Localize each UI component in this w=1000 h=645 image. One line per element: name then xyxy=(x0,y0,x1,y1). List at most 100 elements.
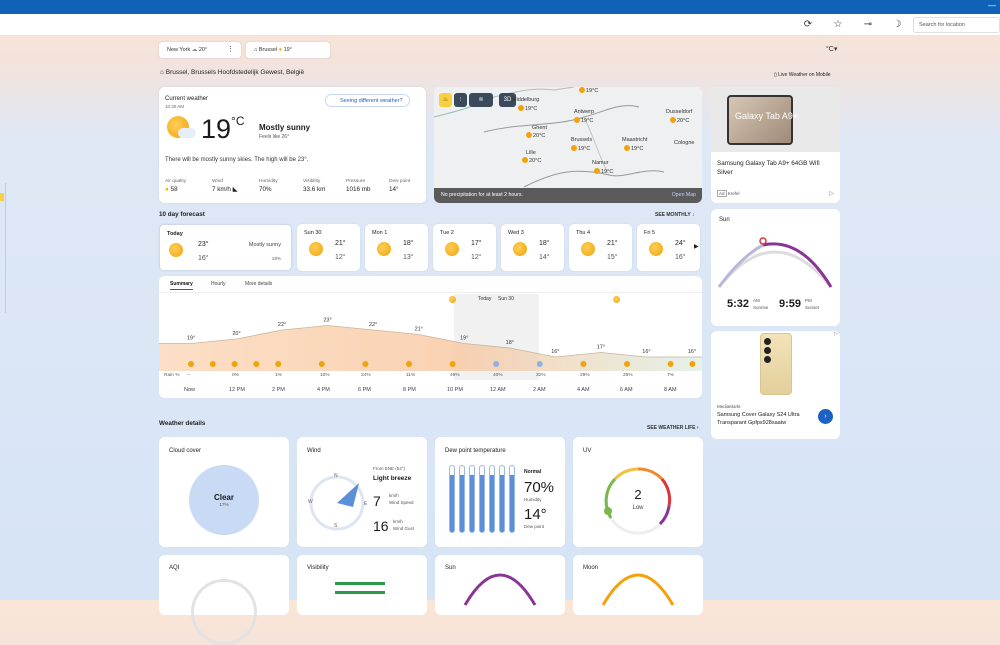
visibility-bar xyxy=(335,591,385,594)
cloud-cover-card[interactable]: Cloud cover Clear 17% xyxy=(159,437,289,547)
weather-icon xyxy=(209,361,216,367)
day-name: Tue 2 xyxy=(440,230,454,236)
cloud-icon xyxy=(178,128,196,138)
metric-humidity[interactable]: Humidity 70% xyxy=(259,179,278,193)
day-low: 15° xyxy=(607,254,618,261)
map-city: Cologne xyxy=(674,140,695,146)
see-weather-life-label: SEE WEATHER LIFE xyxy=(647,425,696,431)
weather-map[interactable]: ♨ ⫶ ≋ 3D Middelburg 19°C 19°C Antwerp 19… xyxy=(434,87,702,203)
city-temp: 20°C xyxy=(677,118,690,124)
mobile-link-text: Live Weather on Mobile xyxy=(778,72,831,78)
city-name: Maastricht xyxy=(622,137,648,143)
sun-card-title: Sun xyxy=(719,217,730,223)
forecast-day[interactable]: Thu 4 21° 15° xyxy=(569,224,632,271)
sunset-ampm: PM xyxy=(805,298,812,303)
rain-value: 49% xyxy=(450,373,460,378)
map-city: 19°C xyxy=(574,117,593,124)
location-tab-newyork[interactable]: New York ☁ 20° ⋮ xyxy=(159,42,241,58)
camera-icon xyxy=(764,338,771,345)
dew-point-card[interactable]: Dew point temperature Normal 70% Humidit… xyxy=(435,437,565,547)
metric-value: 1016 mb xyxy=(346,186,371,193)
dew-normal: Normal xyxy=(524,469,542,475)
ad-info-icon[interactable]: ▷ xyxy=(829,190,834,197)
current-label: Current weather xyxy=(165,96,209,102)
day-name: Wed 3 xyxy=(508,230,524,236)
weather-icon xyxy=(253,361,260,367)
visibility-bar xyxy=(335,582,385,585)
uv-card[interactable]: UV 2 Low xyxy=(573,437,703,547)
weather-icon xyxy=(449,361,456,367)
rain-value: 1% xyxy=(275,373,282,378)
metric-visibility[interactable]: Visibility 33.6 km xyxy=(303,179,325,193)
visibility-card[interactable]: Visibility xyxy=(297,555,427,615)
rain-label: Rain % xyxy=(164,373,180,378)
day-name: Sun 30 xyxy=(304,230,322,236)
location-tab-brussel[interactable]: ⌂ Brussel ● 19° xyxy=(246,42,330,58)
metric-air-quality[interactable]: Air quality ● 58 xyxy=(165,179,186,193)
day-low: 14° xyxy=(539,254,550,261)
rain-value: 0% xyxy=(232,373,239,378)
temp-label: 18° xyxy=(506,340,514,346)
sun-detail-card[interactable]: Sun xyxy=(435,555,565,615)
different-weather-button[interactable]: Seeing different weather? xyxy=(325,94,410,107)
unit-selector[interactable]: °C▾ xyxy=(826,45,837,53)
map-city: Antwerp xyxy=(574,109,594,115)
map-city: 20°C xyxy=(526,132,545,139)
next-arrow-icon[interactable]: ▶ xyxy=(694,243,699,250)
mobile-link[interactable]: ▯ Live Weather on Mobile xyxy=(774,72,831,78)
metric-dew-point[interactable]: Dew point 14° xyxy=(389,179,410,193)
cloud-pct: 17% xyxy=(219,503,229,508)
ad-phone[interactable]: ▷ MediaMarkt Samsung Cover Galaxy S24 Ul… xyxy=(711,331,840,439)
forecast-day[interactable]: Tue 2 17° 12° xyxy=(433,224,496,271)
x-tick-label: 4 PM xyxy=(317,387,330,393)
more-icon[interactable]: ⋮ xyxy=(227,42,234,58)
metric-pressure[interactable]: Pressure 1016 mb xyxy=(346,179,371,193)
thermometer-icon[interactable]: ⫶ xyxy=(454,93,467,107)
x-tick-label: 6 AM xyxy=(620,387,633,393)
uv-label: Low xyxy=(632,505,644,511)
dew-humidity-label: Humidity xyxy=(524,497,542,502)
cloud-value: Clear xyxy=(213,493,234,502)
refresh-icon[interactable]: ⟳ xyxy=(802,19,814,31)
window-controls-icon[interactable]: — xyxy=(988,2,996,10)
day-low: 16° xyxy=(198,255,209,262)
day-high: 18° xyxy=(403,240,414,247)
moon-card[interactable]: Moon xyxy=(573,555,703,615)
wind-layer-icon[interactable]: ≋ xyxy=(469,93,493,107)
temp-area-chart: 19° 20° 22° 23° 22° 21° 19° 18° 16° 17° 16° 16° xyxy=(159,318,702,371)
forecast-day[interactable]: Sun 30 21° 12° xyxy=(297,224,360,271)
wind-desc: Light breeze xyxy=(373,475,412,482)
pin-icon[interactable]: ⊸ xyxy=(862,19,874,31)
ad-title: Samsung Cover Galaxy S24 Ultra Transpara… xyxy=(717,412,800,426)
forecast-day[interactable]: Fri 5 24° 16° xyxy=(637,224,700,271)
star-icon[interactable]: ☆ xyxy=(832,19,844,31)
ad-next-icon[interactable]: › xyxy=(818,409,833,424)
search-input[interactable]: Search for location xyxy=(913,17,1000,33)
ad-tablet[interactable]: Galaxy Tab A9+ Samsung Galaxy Tab A9+ 64… xyxy=(711,87,840,203)
forecast-day[interactable]: Mon 1 18° 13° xyxy=(365,224,428,271)
aqi-gauge xyxy=(191,579,257,645)
x-tick-label: 6 PM xyxy=(358,387,371,393)
metric-value: 70% xyxy=(259,186,272,193)
temp-label: 22° xyxy=(369,322,377,328)
temp-layer-icon[interactable]: ♨ xyxy=(439,93,452,107)
ad-info-icon[interactable]: ▷ xyxy=(834,331,838,337)
rain-value: 7% xyxy=(667,373,674,378)
city-temp: 19°C xyxy=(631,146,644,152)
x-tick-label: 2 PM xyxy=(272,387,285,393)
sun-card[interactable]: Sun 5:32 AM Sunrise 9:59 PM Sunset xyxy=(711,209,840,326)
forecast-today[interactable]: Today 23° 16° Mostly sunny 28% xyxy=(159,224,292,271)
see-weather-life-link[interactable]: SEE WEATHER LIFE › xyxy=(647,425,699,431)
details-title: Weather details xyxy=(159,420,206,427)
forecast-day[interactable]: Wed 3 18° 14° xyxy=(501,224,564,271)
temp-label: 16° xyxy=(642,349,650,355)
sunset-label: Sunset xyxy=(805,305,820,310)
aqi-card[interactable]: AQI xyxy=(159,555,289,645)
wind-card[interactable]: Wind N E S W From ENE (64°) Light breeze… xyxy=(297,437,427,547)
dew-bar xyxy=(459,465,465,533)
see-monthly-link[interactable]: SEE MONTHLY ↓ xyxy=(655,212,694,218)
card-title: AQI xyxy=(169,565,180,571)
moon-icon[interactable]: ☽ xyxy=(891,19,903,31)
metric-wind[interactable]: Wind 7 km/h ◣ xyxy=(212,179,238,193)
open-map-link[interactable]: Open Map xyxy=(672,188,696,203)
